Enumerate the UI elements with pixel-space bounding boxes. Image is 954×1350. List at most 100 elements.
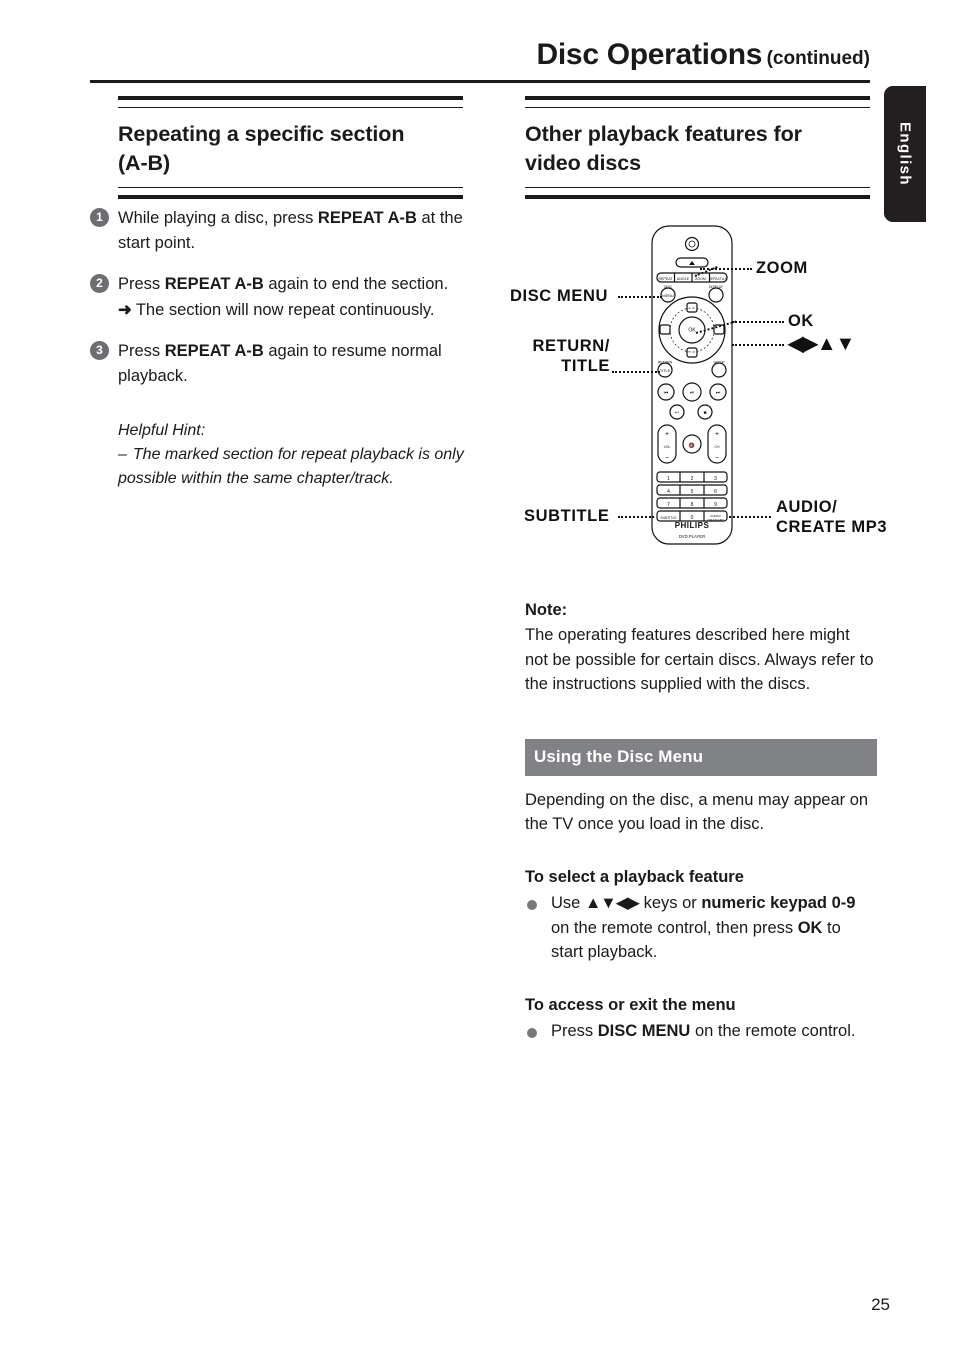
select-feature-bold1: numeric keypad 0-9: [701, 893, 856, 912]
right-heading-rule-bottom: [525, 187, 870, 200]
svg-text:ZOOM: ZOOM: [695, 277, 706, 281]
callout-line-return-title: [612, 371, 660, 373]
svg-text:DISC: DISC: [664, 285, 673, 289]
svg-text:5: 5: [691, 489, 694, 495]
select-feature-bullet: Use ▲▼◀▶ keys or numeric keypad 0-9 on t…: [525, 891, 877, 965]
svg-text:4: 4: [667, 489, 670, 495]
left-heading-rule-bottom: [118, 187, 463, 200]
left-column-body: 1 While playing a disc, press REPEAT A-B…: [90, 206, 480, 491]
svg-text:+: +: [715, 431, 719, 438]
svg-text:DVD PLAYER: DVD PLAYER: [679, 534, 705, 539]
callout-line-audio: [729, 516, 771, 518]
callout-label-return-line1: RETURN/: [532, 337, 610, 355]
callout-line-disc-menu: [618, 296, 662, 298]
callout-label-ok: OK: [788, 312, 814, 330]
direction-arrows-icon: ▲▼◀▶: [584, 893, 640, 912]
svg-text:9: 9: [714, 502, 717, 508]
select-feature-part2: keys or: [638, 893, 702, 912]
svg-text:CH: CH: [715, 445, 720, 449]
bullet-icon: [527, 1027, 537, 1038]
step-result-line: ➜ The section will now repeat continuousl…: [118, 298, 480, 323]
bullet-icon: [527, 899, 537, 910]
svg-text:MENU: MENU: [662, 294, 673, 298]
svg-text:VOL: VOL: [664, 445, 671, 449]
step-number-badge: 3: [90, 341, 109, 361]
step-item: 3 Press REPEAT A-B again to resume norma…: [90, 339, 480, 389]
step-text-bold: REPEAT A-B: [164, 275, 264, 294]
callout-label-return-line2: TITLE: [561, 357, 610, 376]
svg-text:−: −: [715, 455, 719, 462]
page-number: 25: [871, 1295, 890, 1314]
language-tab-label: English: [896, 122, 914, 186]
arrow-icon: ➜: [118, 301, 132, 320]
disc-menu-section-bar: Using the Disc Menu: [525, 739, 877, 776]
access-menu-heading: To access or exit the menu: [525, 996, 736, 1014]
callout-line-subtitle: [618, 516, 654, 518]
svg-text:SETUP: SETUP: [713, 361, 725, 365]
right-section-heading: Other playback features for video discs: [525, 120, 870, 178]
callout-label-return-title: RETURN/ TITLE: [526, 336, 610, 376]
callout-line-ok: [732, 321, 784, 323]
svg-text:↩: ↩: [675, 410, 679, 416]
callout-label-subtitle: SUBTITLE: [524, 507, 610, 525]
svg-text:⏯: ⏯: [690, 390, 694, 396]
select-feature-part1: Use: [551, 893, 585, 912]
step-text-before: Press: [118, 275, 165, 294]
svg-text:8: 8: [691, 502, 694, 508]
svg-text:⏭: ⏭: [716, 390, 721, 396]
header-divider: [90, 80, 870, 83]
callout-label-zoom: ZOOM: [756, 259, 808, 277]
callout-line-navigation: [732, 344, 784, 346]
helpful-hint-dash: –: [118, 446, 127, 464]
svg-text:6: 6: [714, 489, 717, 495]
step-text-bold: REPEAT A-B: [317, 209, 417, 227]
access-menu-bullet: Press DISC MENU on the remote control.: [525, 1019, 877, 1044]
svg-text:2: 2: [691, 476, 694, 482]
step-text-after: again to end the section.: [263, 275, 449, 294]
svg-text:−: −: [665, 455, 669, 462]
left-section-heading: Repeating a specific section (A-B): [118, 120, 463, 178]
left-heading-rule-top: [118, 96, 463, 108]
callout-label-audio: AUDIO/ CREATE MP3: [776, 497, 887, 537]
svg-text:TITLE: TITLE: [660, 369, 671, 373]
step-text-before: Press: [118, 342, 165, 361]
note-block: Note: The operating features described h…: [525, 598, 877, 697]
callout-label-navigation: ◀▶▲▼: [788, 333, 855, 355]
step-number-badge: 1: [90, 208, 109, 227]
svg-text:CREATE MP3: CREATE MP3: [707, 518, 724, 522]
right-heading-rule-top: [525, 96, 870, 108]
left-section-heading-line2: (A-B): [118, 151, 171, 176]
callout-label-audio-line2: CREATE MP3: [776, 518, 888, 537]
right-section-heading-line1: Other playback features for: [525, 122, 802, 146]
svg-text:🔇: 🔇: [689, 442, 695, 449]
helpful-hint-block: Helpful Hint: – The marked section for re…: [90, 419, 480, 491]
access-menu-part1: Press: [551, 1021, 598, 1040]
svg-text:DISPLAY: DISPLAY: [709, 285, 724, 289]
remote-control-figure: REPEAT ANGLE ZOOM REPEAT A-B DISC MENU D…: [500, 220, 920, 550]
right-column-heading-block: Other playback features for video discs: [525, 96, 870, 200]
step-item: 1 While playing a disc, press REPEAT A-B…: [90, 206, 480, 256]
svg-text:1: 1: [667, 476, 670, 482]
svg-text:+: +: [665, 431, 669, 438]
right-column-body: Note: The operating features described h…: [525, 598, 877, 1044]
svg-text:SUBTITLE: SUBTITLE: [660, 516, 677, 520]
access-menu-bold1: DISC MENU: [597, 1021, 691, 1040]
left-section-heading-line1: Repeating a specific section: [118, 122, 405, 146]
svg-text:AUDIO/: AUDIO/: [710, 514, 721, 518]
callout-label-audio-line1: AUDIO/: [776, 498, 838, 516]
language-tab: English: [884, 86, 926, 222]
svg-text:PHILIPS: PHILIPS: [675, 521, 710, 530]
svg-text:⏮: ⏮: [664, 390, 669, 396]
page-title-main: Disc Operations: [536, 38, 763, 71]
left-column-heading-block: Repeating a specific section (A-B): [118, 96, 463, 200]
disc-menu-intro: Depending on the disc, a menu may appear…: [525, 790, 869, 834]
step-text-before: While playing a disc, press: [118, 209, 318, 227]
svg-text:ANGLE: ANGLE: [677, 277, 690, 281]
note-title: Note:: [525, 601, 568, 619]
right-section-heading-line2: video discs: [525, 151, 642, 176]
helpful-hint-text: The marked section for repeat playback i…: [118, 446, 464, 488]
step-result-text: The section will now repeat continuously…: [135, 301, 435, 320]
select-feature-part3: on the remote control, then press: [551, 918, 798, 937]
page-title-continued: (continued): [766, 48, 870, 69]
access-menu-part2: on the remote control.: [690, 1021, 856, 1040]
